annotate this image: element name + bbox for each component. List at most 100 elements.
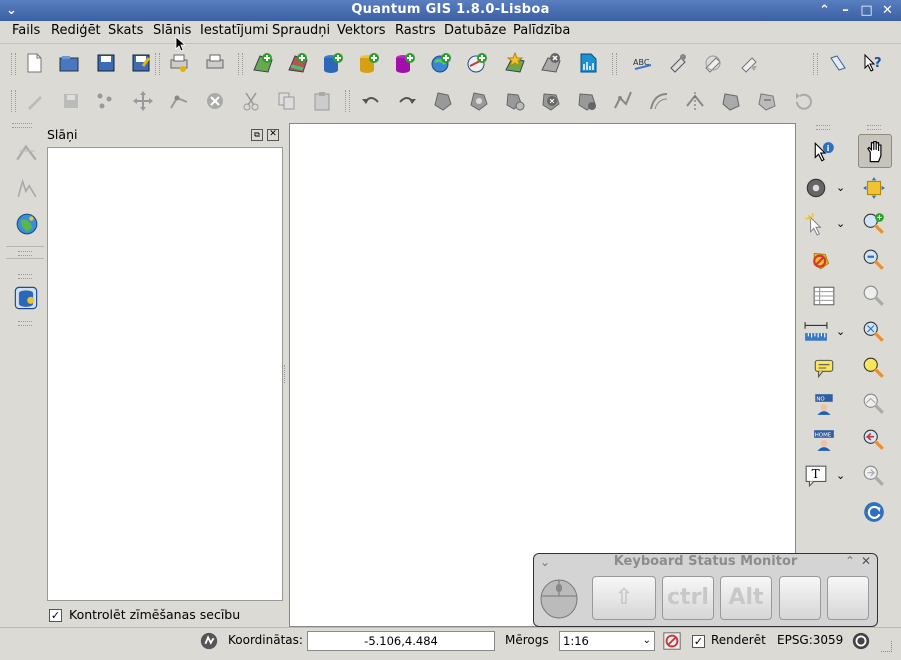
map-tips-icon[interactable]	[812, 356, 836, 380]
show-bookmarks-icon[interactable]: HOME	[812, 428, 836, 452]
identify-features-icon[interactable]: i	[812, 140, 836, 164]
spellcheck-icon[interactable]: ABC	[632, 52, 654, 74]
toolbar-grip[interactable]	[12, 123, 32, 128]
refresh-icon[interactable]	[862, 500, 886, 524]
chevron-down-icon[interactable]: ⌄	[836, 181, 845, 194]
render-order-checkbox[interactable]: ✓	[49, 609, 62, 622]
db-manager-icon[interactable]	[13, 285, 39, 311]
zoom-next-icon[interactable]	[862, 464, 886, 488]
whats-this-icon[interactable]: ?	[862, 52, 884, 74]
delete-ring-icon[interactable]	[540, 90, 562, 112]
zoom-actual-size-icon[interactable]	[862, 284, 886, 308]
close-panel-icon[interactable]: ✕	[267, 129, 279, 141]
toolbar-grip[interactable]	[816, 125, 830, 130]
split-features-icon[interactable]	[684, 90, 706, 112]
merge-features-icon[interactable]	[720, 90, 742, 112]
oracle-georaster-icon[interactable]	[577, 52, 599, 74]
raster-histogram-icon[interactable]	[15, 176, 39, 200]
coordinates-field[interactable]: -5.106,4.484	[307, 631, 495, 651]
add-feature-icon[interactable]	[95, 90, 117, 112]
map-canvas[interactable]	[289, 123, 796, 627]
deselect-all-icon[interactable]	[810, 248, 836, 272]
panel-splitter[interactable]	[284, 365, 288, 383]
pan-to-selection-icon[interactable]	[862, 176, 886, 200]
projection-icon[interactable]	[851, 631, 871, 651]
close-icon[interactable]: ✕	[861, 554, 871, 568]
menu-view[interactable]: Skats	[108, 23, 143, 38]
toolbar-grip[interactable]	[18, 251, 32, 256]
gps-tool-icon[interactable]	[15, 140, 39, 164]
delete-selected-icon[interactable]	[204, 90, 226, 112]
help-icon[interactable]	[827, 52, 849, 74]
toolbar-grip[interactable]	[11, 53, 16, 75]
paste-features-icon[interactable]	[311, 90, 333, 112]
zoom-to-layer-icon[interactable]	[862, 392, 886, 416]
new-project-icon[interactable]	[23, 52, 45, 74]
add-mssql-icon[interactable]	[394, 52, 416, 74]
run-feature-action-icon[interactable]	[804, 176, 828, 200]
text-annotation-icon[interactable]: T	[804, 464, 828, 488]
toolbar-grip[interactable]	[867, 125, 881, 130]
menu-plugins[interactable]: Spraudņi	[272, 23, 330, 38]
reshape-features-icon[interactable]	[612, 90, 634, 112]
zoom-to-selection-icon[interactable]	[862, 356, 886, 380]
close-icon[interactable]: ✕	[879, 2, 896, 19]
measure-line-icon[interactable]	[804, 320, 828, 344]
chevron-down-icon[interactable]: ⌄	[643, 632, 651, 650]
stop-render-icon[interactable]	[662, 631, 682, 651]
zoom-in-icon[interactable]	[862, 212, 886, 236]
pan-map-icon[interactable]	[862, 138, 888, 164]
simplify-feature-icon[interactable]	[432, 90, 454, 112]
new-shapefile-icon[interactable]	[504, 52, 526, 74]
undo-icon[interactable]	[360, 90, 382, 112]
plugin-b-icon[interactable]	[702, 52, 724, 74]
add-wms-icon[interactable]	[430, 52, 452, 74]
add-vector-icon[interactable]	[252, 52, 274, 74]
menu-vector[interactable]: Vektors	[337, 23, 386, 38]
chevron-down-icon[interactable]: ⌄	[836, 217, 845, 230]
shade-icon[interactable]: ⌃	[816, 2, 833, 19]
zoom-out-icon[interactable]	[862, 248, 886, 272]
crs-status[interactable]: EPSG:3059	[777, 633, 843, 647]
add-postgis-icon[interactable]	[322, 52, 344, 74]
layer-tree[interactable]	[47, 147, 283, 601]
delete-part-icon[interactable]	[576, 90, 598, 112]
globe-icon[interactable]	[15, 212, 39, 236]
add-wfs-icon[interactable]	[466, 52, 488, 74]
menu-database[interactable]: Datubāze	[444, 23, 506, 38]
save-as-icon[interactable]	[130, 52, 152, 74]
scale-combobox[interactable]: 1:16 ⌄	[559, 631, 655, 651]
menu-layer[interactable]: Slānis	[153, 23, 191, 38]
menu-settings[interactable]: Iestatījumi	[200, 23, 269, 38]
resize-grip[interactable]	[881, 641, 892, 652]
print-composer-icon[interactable]	[168, 52, 190, 74]
offset-curve-icon[interactable]	[648, 90, 670, 112]
menu-raster[interactable]: Rastrs	[395, 23, 436, 38]
move-feature-icon[interactable]	[132, 90, 154, 112]
maximize-icon[interactable]: □	[858, 2, 875, 19]
render-checkbox[interactable]: ✓	[692, 635, 705, 648]
toolbar-grip[interactable]	[18, 321, 32, 326]
float-panel-icon[interactable]: ⧉	[251, 129, 263, 141]
add-part-icon[interactable]	[504, 90, 526, 112]
zoom-full-icon[interactable]	[862, 320, 886, 344]
plugin-a-icon[interactable]	[667, 52, 689, 74]
save-edits-icon[interactable]	[60, 90, 82, 112]
add-raster-icon[interactable]	[287, 52, 309, 74]
menu-edit[interactable]: Rediģēt	[51, 23, 101, 38]
add-spatialite-icon[interactable]	[358, 52, 380, 74]
print-icon[interactable]	[204, 52, 226, 74]
node-tool-icon[interactable]	[168, 90, 190, 112]
toolbar-grip[interactable]	[18, 274, 32, 279]
menu-help[interactable]: Palīdzība	[513, 23, 570, 38]
shade-icon[interactable]: ⌃	[845, 554, 855, 568]
minimize-icon[interactable]: –	[837, 2, 854, 19]
toggle-editing-icon[interactable]	[24, 90, 46, 112]
remove-layer-icon[interactable]	[540, 52, 562, 74]
open-project-icon[interactable]	[58, 52, 80, 74]
cut-features-icon[interactable]	[240, 90, 262, 112]
chevron-down-icon[interactable]: ⌄	[836, 469, 845, 482]
zoom-last-icon[interactable]	[862, 428, 886, 452]
open-attribute-table-icon[interactable]	[812, 284, 836, 308]
rotate-point-symbols-icon[interactable]	[792, 90, 814, 112]
